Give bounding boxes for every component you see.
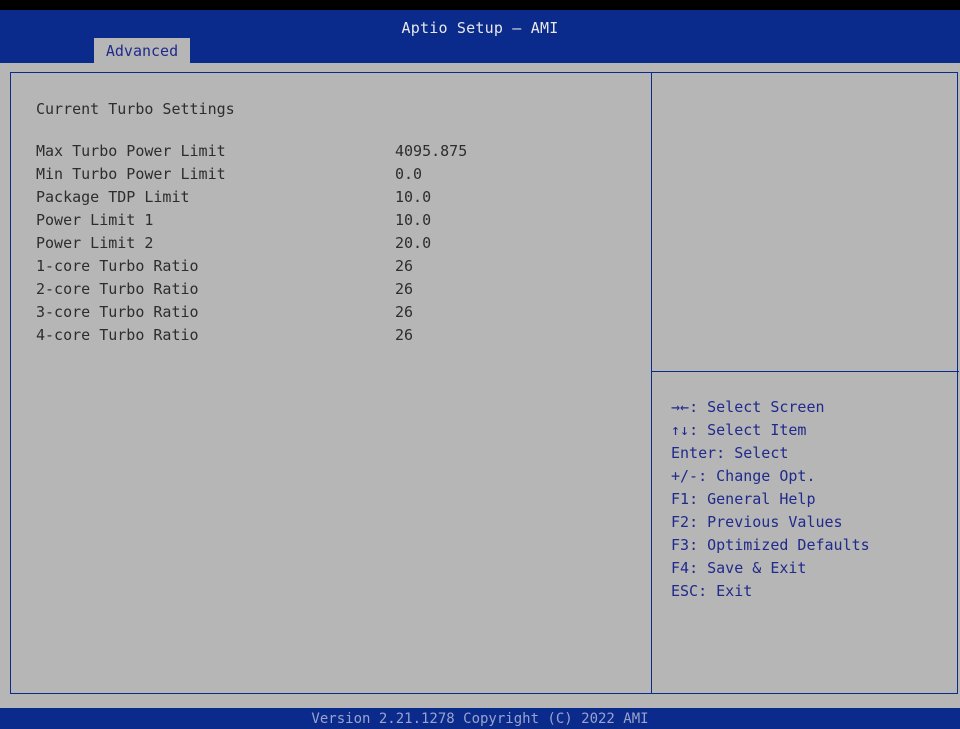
- help-f2: F2: Previous Values: [671, 513, 870, 536]
- content-frame: Current Turbo Settings Max Turbo Power L…: [10, 72, 959, 694]
- setting-label: 2-core Turbo Ratio: [36, 280, 199, 298]
- setting-row: Max Turbo Power Limit 4095.875: [36, 142, 636, 165]
- up-down-arrows-icon: ↑↓: [671, 421, 690, 439]
- help-text: : Select Item: [689, 421, 807, 439]
- section-title: Current Turbo Settings: [36, 100, 235, 118]
- setting-label: Min Turbo Power Limit: [36, 165, 226, 183]
- setting-row: Power Limit 2 20.0: [36, 234, 636, 257]
- header-bar: Aptio Setup – AMI Advanced: [0, 10, 960, 63]
- setting-value: 0.0: [395, 165, 423, 183]
- help-select-item: ↑↓: Select Item: [671, 421, 870, 444]
- help-key: F4: [671, 559, 690, 577]
- help-text: : Change Opt.: [698, 467, 816, 485]
- setting-row: Min Turbo Power Limit 0.0: [36, 165, 636, 188]
- help-text: : Save & Exit: [689, 559, 807, 577]
- help-divider: [652, 371, 959, 372]
- setting-label: Power Limit 2: [36, 234, 154, 252]
- setting-value: 20.0: [395, 234, 432, 252]
- setting-value: 10.0: [395, 188, 432, 206]
- help-text: : General Help: [689, 490, 816, 508]
- setting-label: 1-core Turbo Ratio: [36, 257, 199, 275]
- setting-row: 1-core Turbo Ratio 26: [36, 257, 636, 280]
- help-key: ESC: [671, 582, 699, 600]
- help-key: Enter: [671, 444, 717, 462]
- help-enter: Enter: Select: [671, 444, 870, 467]
- help-key: +/-: [671, 467, 699, 485]
- setting-value: 4095.875: [395, 142, 468, 160]
- setting-row: Power Limit 1 10.0: [36, 211, 636, 234]
- setting-label: 3-core Turbo Ratio: [36, 303, 199, 321]
- setting-value: 26: [395, 257, 414, 275]
- help-text: : Select Screen: [689, 398, 825, 416]
- footer-version: Version 2.21.1278 Copyright (C) 2022 AMI: [0, 708, 960, 729]
- setting-value: 26: [395, 280, 414, 298]
- help-text: : Previous Values: [689, 513, 843, 531]
- help-select-screen: →←: Select Screen: [671, 398, 870, 421]
- setting-row: Package TDP Limit 10.0: [36, 188, 636, 211]
- help-key: F3: [671, 536, 690, 554]
- help-text: : Optimized Defaults: [689, 536, 870, 554]
- help-text: : Select: [716, 444, 789, 462]
- left-right-arrows-icon: →←: [671, 398, 690, 416]
- main-panel: Current Turbo Settings Max Turbo Power L…: [0, 63, 960, 708]
- key-help-list: →←: Select Screen ↑↓: Select Item Enter:…: [671, 398, 870, 605]
- help-f3: F3: Optimized Defaults: [671, 536, 870, 559]
- setting-value: 26: [395, 303, 414, 321]
- setting-row: 4-core Turbo Ratio 26: [36, 326, 636, 349]
- app-title: Aptio Setup – AMI: [401, 19, 559, 37]
- settings-list: Max Turbo Power Limit 4095.875 Min Turbo…: [36, 142, 636, 349]
- setting-row: 2-core Turbo Ratio 26: [36, 280, 636, 303]
- help-f4: F4: Save & Exit: [671, 559, 870, 582]
- help-f1: F1: General Help: [671, 490, 870, 513]
- help-change-opt: +/-: Change Opt.: [671, 467, 870, 490]
- setting-label: 4-core Turbo Ratio: [36, 326, 199, 344]
- setting-value: 10.0: [395, 211, 432, 229]
- vertical-divider: [651, 73, 652, 693]
- help-text: : Exit: [698, 582, 753, 600]
- help-esc: ESC: Exit: [671, 582, 870, 605]
- setting-row: 3-core Turbo Ratio 26: [36, 303, 636, 326]
- setting-label: Power Limit 1: [36, 211, 154, 229]
- setting-value: 26: [395, 326, 414, 344]
- setting-label: Package TDP Limit: [36, 188, 190, 206]
- setting-label: Max Turbo Power Limit: [36, 142, 226, 160]
- help-key: F1: [671, 490, 690, 508]
- tab-advanced[interactable]: Advanced: [94, 38, 190, 63]
- top-band: [0, 0, 960, 10]
- help-key: F2: [671, 513, 690, 531]
